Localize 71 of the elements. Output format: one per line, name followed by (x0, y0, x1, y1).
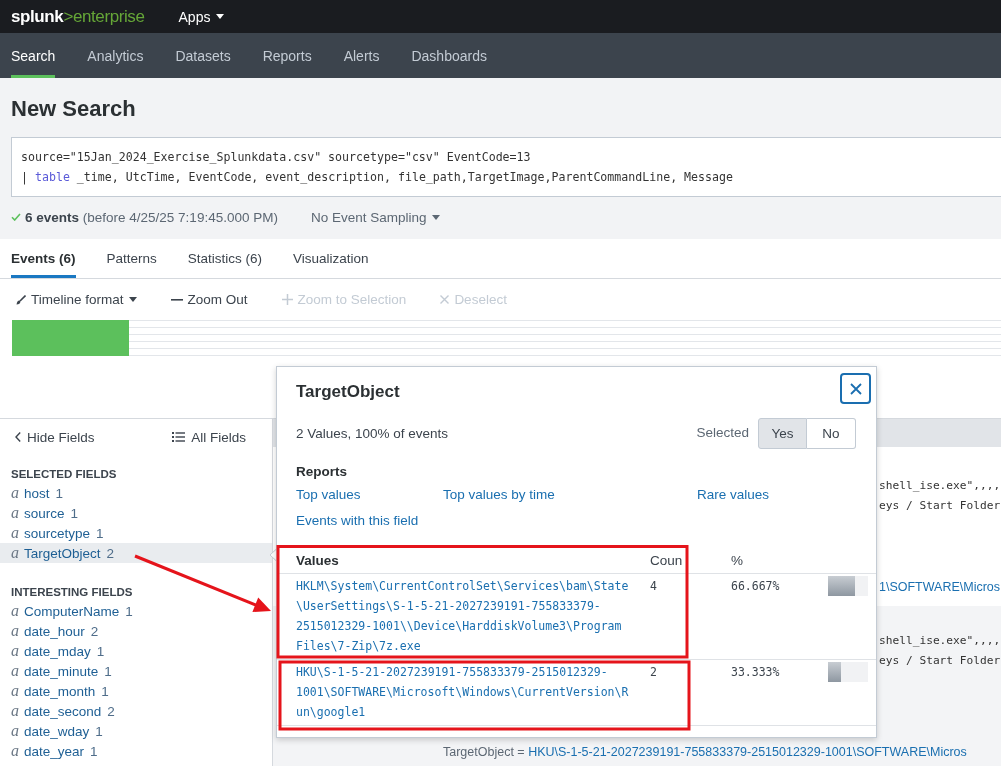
field-label: TargetObject = (443, 745, 525, 759)
nav-tab[interactable]: Datasets (175, 33, 231, 78)
search-field[interactable]: source="15Jan_2024_Exercise_Splunkdata.csv" sourcetype="csv" EventCode=13 | table _time, UtcTime, EventCode, event_description, file_path,TargetImage,ParentCommandLine, Message (11, 137, 1001, 197)
results-tab[interactable]: Visualization (293, 239, 369, 278)
results-tab[interactable]: Statistics (6) (187, 239, 263, 278)
field-item[interactable]: a TargetObject 2 (0, 543, 272, 563)
apps-menu[interactable]: Apps (178, 8, 225, 25)
value-link[interactable]: HKLM\System\CurrentControlSet\Services\bam\State\UserSettings\S-1-5-21-2027239191-755833379-2515012329-1001\\Device\HarddiskVolume3\Program Files\7-Zip\7z.exe (296, 576, 632, 656)
minus-icon (170, 298, 183, 301)
sampling-dropdown[interactable]: No Event Sampling (310, 209, 440, 225)
value-link[interactable]: HKU\S-1-5-21-2027239191-755833379-2515012329-1001\SOFTWARE\Microsoft\Windows\CurrentVersion\Run\google1 (296, 662, 632, 722)
count-cell: 4 (650, 579, 657, 593)
reports-heading: Reports (295, 463, 348, 481)
field-item[interactable]: a date_month 1 (0, 681, 272, 701)
nav-tab[interactable]: Analytics (87, 33, 144, 78)
event-text: eys / Start Folder (879, 499, 1001, 512)
field-item[interactable]: a date_mday 1 (0, 641, 272, 661)
chevron-left-icon (15, 432, 21, 442)
column-header: Coun (650, 553, 684, 568)
all-fields-button[interactable]: All Fields (172, 429, 246, 445)
report-link[interactable]: Top values by time (443, 486, 555, 504)
field-item[interactable]: a date_wday 1 (0, 721, 272, 741)
zoom-out-button[interactable]: Zoom Out (170, 292, 248, 307)
field-item[interactable]: a date_year 1 (0, 741, 272, 761)
nav-tab[interactable]: Alerts (343, 33, 380, 78)
caret-icon (128, 297, 137, 302)
check-icon (11, 213, 21, 221)
field-item[interactable]: a date_second 2 (0, 701, 272, 721)
results-tab[interactable]: Events (6) (11, 239, 76, 278)
event-count-summary: 6 events (before 4/25/25 7:19:45.000 PM) (25, 209, 278, 225)
field-item[interactable]: a date_hour 2 (0, 621, 272, 641)
close-button[interactable] (840, 373, 871, 404)
report-link[interactable]: Events with this field (296, 512, 419, 530)
popup-title: TargetObject (296, 381, 400, 403)
list-icon (172, 432, 186, 442)
caret-icon (216, 14, 225, 19)
field-item[interactable]: a date_minute 1 (0, 661, 272, 681)
field-value[interactable]: 1\SOFTWARE\Micros (879, 580, 1001, 594)
close-icon (849, 382, 862, 395)
event-text: shell_ise.exe",,,, (879, 634, 1001, 647)
page-title: New Search (11, 95, 137, 123)
field-item[interactable]: a source 1 (0, 503, 272, 523)
report-link[interactable]: Top values (296, 486, 361, 504)
event-text: eys / Start Folder (879, 654, 1001, 667)
toggle-button[interactable]: Yes (758, 418, 807, 449)
field-item[interactable]: a host 1 (0, 483, 272, 503)
values-summary: 2 Values, 100% of events (296, 426, 449, 441)
logo[interactable]: splunk>enterprise (11, 6, 145, 27)
nav-tab[interactable]: Reports (262, 33, 312, 78)
nav-tab[interactable]: Dashboards (411, 33, 487, 78)
event-text: shell_ise.exe",,,, (879, 479, 1001, 492)
results-tab[interactable]: Patterns (106, 239, 157, 278)
section-heading: INTERESTING FIELDS (10, 585, 134, 600)
caret-icon (431, 214, 440, 220)
hide-fields-button[interactable]: Hide Fields (15, 429, 95, 445)
x-icon (440, 295, 450, 304)
timeline-format-button[interactable]: Timeline format (16, 292, 137, 307)
count-cell: 2 (650, 665, 657, 679)
field-item[interactable]: a sourcetype 1 (0, 523, 272, 543)
column-header: % (731, 553, 744, 568)
selected-label: Selected (696, 424, 749, 440)
field-value[interactable]: HKU\S-1-5-21-2027239191-755833379-2515012329-1001\SOFTWARE\Micros (528, 745, 967, 759)
section-heading: SELECTED FIELDS (10, 467, 118, 482)
brush-icon (16, 294, 26, 305)
plus-icon (281, 294, 293, 305)
toggle-button[interactable]: No (807, 418, 856, 449)
field-item[interactable]: a ComputerName 1 (0, 601, 272, 621)
percent-cell: 66.667% (731, 579, 780, 593)
report-link[interactable]: Rare values (697, 486, 770, 504)
column-header: Values (296, 553, 340, 568)
percent-cell: 33.333% (731, 665, 780, 679)
